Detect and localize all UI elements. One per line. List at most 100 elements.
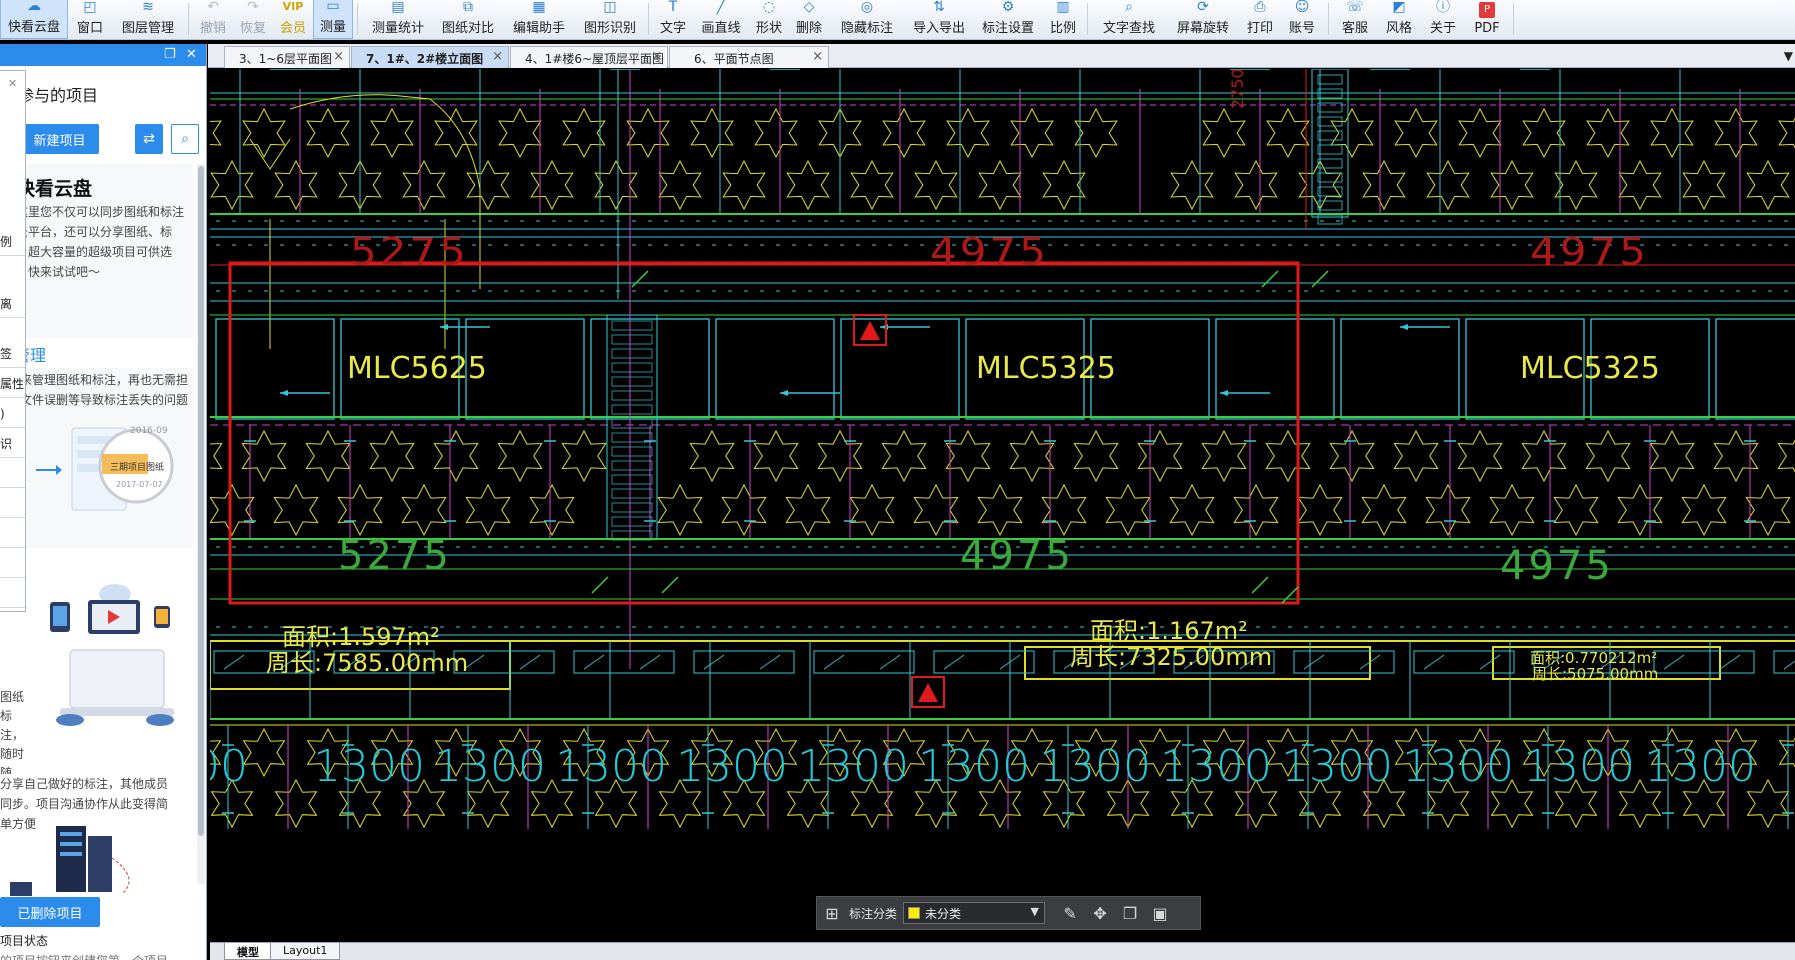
ladder-rung [1317,144,1343,155]
hatch-star [1073,429,1119,483]
hatch-star [274,778,318,829]
cloud-section-text: 在这里您不仅可以同步图纸和标注到云平台，还可以分享图纸、标注，超大容量的超级项目… [4,205,185,279]
strip-item[interactable]: 属性 [0,371,25,398]
toolbar-label: 导入导出 [912,21,965,36]
dimension-text: 5275 [338,533,452,579]
hatch-star [274,159,318,211]
strip-item[interactable]: 识 [0,431,25,458]
hatch-star [881,429,927,483]
toolbar-text-search-button[interactable]: ⌕ 文字查找 [1092,0,1166,39]
strip-item[interactable]: ) [0,401,25,428]
strip-item[interactable] [0,461,25,488]
tab-elevation[interactable]: 7、1#、2#楼立面图 × [351,46,509,68]
toolbar-account-button[interactable]: ☺ 账号 [1280,0,1324,39]
close-icon[interactable]: × [492,49,503,64]
toolbar-shape-button[interactable]: ◌ 形状 [749,0,789,39]
hatch-star [1553,483,1599,537]
hatch-star [434,107,478,159]
toolbar-undo-button[interactable]: ↶ 撤销 [193,0,233,39]
tab-floor-plan-6-roof[interactable]: 4、1#楼6~屋顶层平面图 × [510,46,668,68]
strip-item[interactable] [0,551,25,578]
tab-floor-plan-1-6[interactable]: 3、1~6层平面图 × [224,46,350,68]
hatch-star [1393,429,1439,483]
cloud-section-title: 快看云盘 [16,178,93,200]
text-search-icon: ⌕ [1125,0,1133,15]
toolbar-label: 关于 [1429,21,1456,36]
search-icon[interactable]: ⌕ [171,124,199,154]
paste-icon[interactable]: ▣ [1145,896,1175,930]
toolbar-annotation-settings-button[interactable]: ⚙ 标注设置 [973,0,1043,39]
toolbar-compare-button[interactable]: ⧉ 图纸对比 [434,0,502,39]
toolbar-window-button[interactable]: ◰ 窗口 [68,0,112,39]
chevron-down-icon: ▼ [1030,905,1040,918]
toolbar-redo-button[interactable]: ↷ 恢复 [233,0,273,39]
toolbar-text-button[interactable]: T 文字 [653,0,693,39]
hatch-star [1489,483,1535,537]
toolbar-about-button[interactable]: ⓘ 关于 [1421,0,1465,39]
hatch-star [1458,107,1502,159]
toolbar-eraser-button[interactable]: ◇ 删除 [789,0,829,39]
window-pane [1340,318,1460,420]
annotation-category-select[interactable]: 未分类 ▼ [903,902,1046,924]
toolbar-edit-assistant-button[interactable]: ▦ 编辑助手 [502,0,576,39]
toolbar-pdf-button[interactable]: P PDF [1465,0,1509,39]
close-icon[interactable]: ✕ [186,47,197,62]
toolbar-line-button[interactable]: ╱ 画直线 [693,0,749,39]
strip-item[interactable] [0,491,25,518]
strip-item[interactable] [0,581,25,608]
copy-icon[interactable]: ❐ [1115,896,1145,930]
grid-icon[interactable]: ⊞ [817,896,847,930]
deleted-projects-button[interactable]: 已删除项目 [0,897,100,927]
ladder-rung [1317,74,1343,85]
strip-item[interactable]: 离 [0,291,25,318]
toolbar-cloud-button[interactable]: ☁ 快看云盘 [0,0,68,39]
toolbar-hide-annotation-button[interactable]: ◎ 隐藏标注 [829,0,905,39]
layout-tab-model[interactable]: 模型 [224,943,272,960]
hatch-star [1266,107,1310,159]
hatch-star [721,483,767,537]
toolbar-rotate-screen-button[interactable]: ⟳ 屏幕旋转 [1166,0,1240,39]
edit-icon[interactable]: ✎ [1055,896,1085,930]
close-icon[interactable]: × [812,49,823,64]
toolbar-print-button[interactable]: ⎙ 打印 [1240,0,1280,39]
hatch-star [945,429,991,483]
sync-icon[interactable]: ⇄ [135,124,163,154]
strip-item[interactable]: 签 [0,341,25,368]
strip-item[interactable] [0,521,25,548]
hatch-star [1490,159,1534,211]
scrollbar-thumb[interactable] [198,166,204,836]
main-toolbar: ☁ 快看云盘 ◰ 窗口 ≋ 图层管理 ↶ 撤销 ↷ 恢复 VIP 会员 ▭ 测量 ▤ 测量统计 ⧉ 图纸对比 ▦ 编辑… [0,0,1795,40]
tab-node-plan[interactable]: 6、平面节点图 × [669,46,829,68]
hatch-star [1169,483,1215,537]
close-icon[interactable]: ✕ [8,77,17,90]
promo-date-2: 2017-07-07 [116,480,163,489]
cad-line [1423,654,1445,670]
panel-scrollbar[interactable] [197,164,205,884]
close-icon[interactable]: × [651,49,662,64]
toolbar-measure-button[interactable]: ▭ 测量 [313,0,353,39]
toolbar-measure-stats-button[interactable]: ▤ 测量统计 [362,0,434,39]
project-status-label: 项目状态 [0,934,49,948]
toolbar-label: 测量 [319,20,346,35]
pdf-icon: P [1479,2,1495,18]
move-icon[interactable]: ✥ [1085,896,1115,930]
toolbar-shape-recognition-button[interactable]: ◫ 图形识别 [576,0,644,39]
new-project-button[interactable]: 新建项目 [20,124,99,154]
close-icon[interactable]: × [333,49,344,64]
layout-tab-layout1[interactable]: Layout1 [270,943,341,960]
tab-overflow-icon[interactable]: ▼ [1784,49,1793,63]
window-pane [840,318,960,420]
toolbar-import-export-button[interactable]: ⇅ 导入导出 [905,0,973,39]
annotation-category-label: 标注分类 [849,906,898,921]
toolbar-vip-button[interactable]: VIP 会员 [273,0,313,39]
hatch-star [594,159,638,211]
toolbar-style-button[interactable]: ◩ 风格 [1377,0,1421,39]
restore-icon[interactable]: ❐ [164,47,176,62]
toolbar-label: 图形识别 [583,21,636,36]
hatch-star [306,107,350,159]
toolbar-scale-button[interactable]: ▥ 比例 [1043,0,1083,39]
toolbar-layers-button[interactable]: ≋ 图层管理 [112,0,184,39]
toolbar-support-button[interactable]: ☏ 客服 [1333,0,1377,39]
cad-drawing-canvas[interactable]: 5275 4975 4975 MLC5625 MLC5325 MLC5325 5… [210,69,1795,942]
strip-item[interactable]: 例 [0,229,25,256]
